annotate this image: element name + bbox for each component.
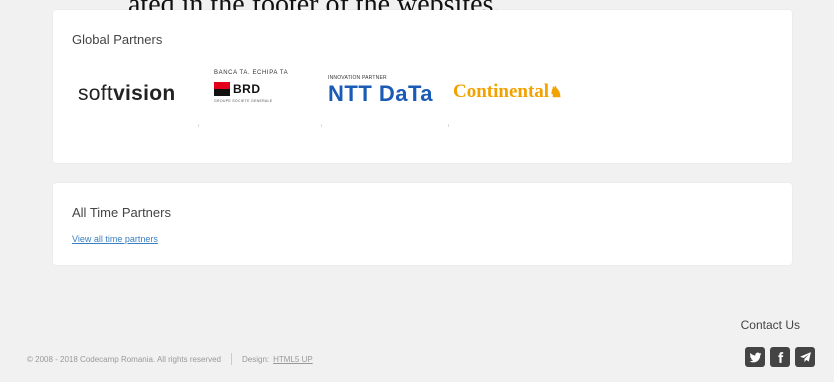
global-partners-card: Global Partners softvision BANCA TA. ECH… [53,10,792,163]
brd-tagline: BANCA TA. ECHIPA TA [214,70,289,76]
design-link[interactable]: HTML5 UP [273,355,313,364]
contact-us-title: Contact Us [740,318,800,332]
social-links [740,347,815,367]
view-all-partners-link[interactable]: View all time partners [72,234,158,244]
brd-name: BRD [233,82,261,96]
all-time-partners-title: All Time Partners [72,205,171,220]
partner-logos: softvision BANCA TA. ECHIPA TA BRD GROUP… [53,10,792,130]
continental-logo[interactable]: Continental♞ [453,81,563,103]
send-icon[interactable] [795,347,815,367]
softvision-logo[interactable]: softvision [78,82,176,106]
copyright-text: © 2008 - 2018 Codecamp Romania. All righ… [27,354,221,364]
brd-sub: GROUPE SOCIETE GENERALE [214,99,273,103]
twitter-icon[interactable] [745,347,765,367]
design-label: Design: [242,354,270,364]
footer-separator [231,353,232,365]
ntt-name: NTT DaTa [328,81,434,106]
brd-logo[interactable]: BANCA TA. ECHIPA TA BRD GROUPE SOCIETE G… [214,70,324,103]
logo-divider [198,124,199,127]
horse-icon: ♞ [549,85,563,101]
logo-divider [321,124,322,127]
logo-divider [448,124,449,127]
copyright-bar: © 2008 - 2018 Codecamp Romania. All righ… [27,353,313,365]
brd-flag-icon [214,82,230,96]
all-time-partners-card: All Time Partners View all time partners [53,183,792,265]
ntt-data-logo[interactable]: INNOVATION PARTNER NTT DaTa [328,75,433,105]
facebook-icon[interactable] [770,347,790,367]
